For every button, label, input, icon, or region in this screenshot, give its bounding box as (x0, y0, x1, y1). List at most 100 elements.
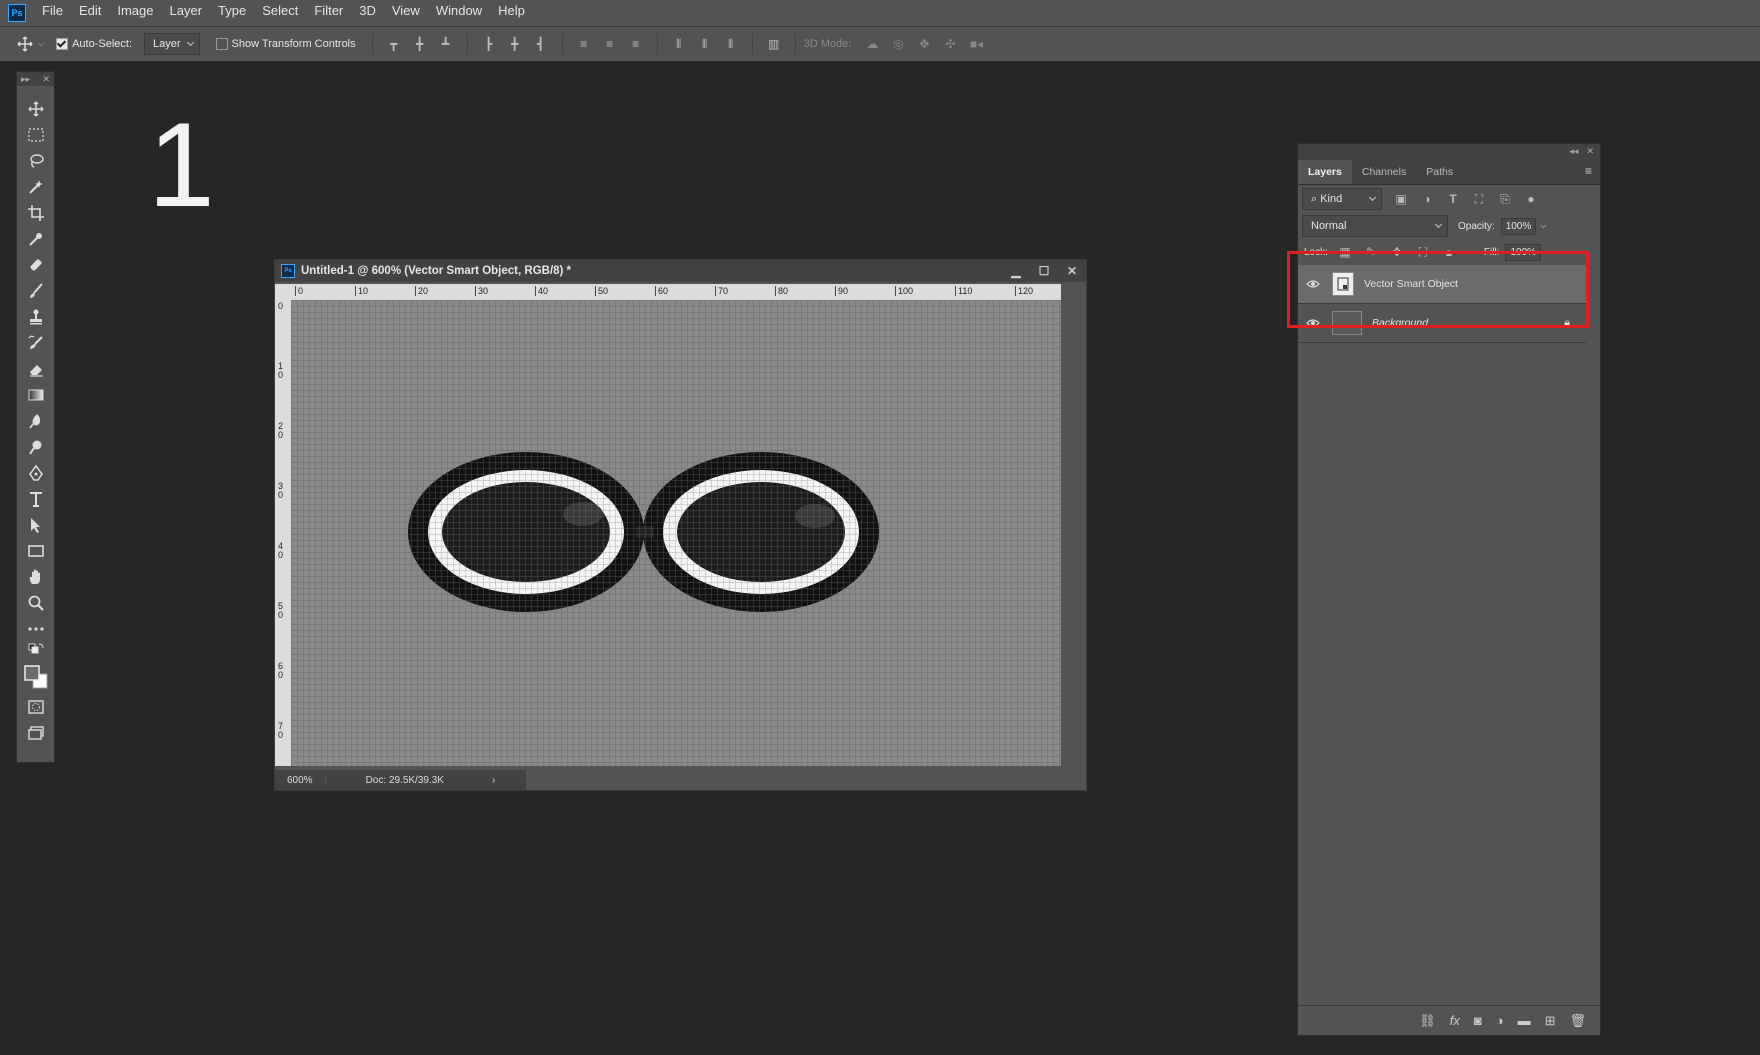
pen-tool-icon[interactable] (17, 460, 54, 486)
vertical-ruler[interactable]: 0 10 20 30 40 50 60 70 (275, 300, 291, 766)
menu-3d[interactable]: 3D (351, 0, 384, 26)
add-mask-icon[interactable]: ◙ (1474, 1013, 1482, 1028)
new-group-icon[interactable]: ▬ (1518, 1013, 1531, 1028)
horizontal-ruler[interactable]: 0 10 20 30 40 50 60 70 80 90 100 110 120 (291, 284, 1061, 300)
marquee-tool-icon[interactable] (17, 122, 54, 148)
close-icon[interactable]: ✕ (1586, 146, 1594, 157)
menu-help[interactable]: Help (490, 0, 533, 26)
3d-slide-icon[interactable]: ✣ (941, 35, 959, 53)
fx-icon[interactable]: fx (1450, 1013, 1460, 1028)
maximize-icon[interactable]: ☐ (1030, 260, 1058, 282)
menu-window[interactable]: Window (428, 0, 490, 26)
align-right-icon[interactable]: ┫ (532, 35, 550, 53)
auto-select-target-dropdown[interactable]: Layer (144, 33, 200, 55)
ruler-origin[interactable] (275, 284, 291, 300)
adjustment-layer-icon[interactable]: ◑ (1496, 1013, 1504, 1028)
opacity-field[interactable]: 100% (1500, 217, 1537, 235)
hand-tool-icon[interactable] (17, 564, 54, 590)
brush-tool-icon[interactable] (17, 278, 54, 304)
eyedropper-tool-icon[interactable] (17, 226, 54, 252)
zoom-level-field[interactable]: 600% (275, 774, 326, 786)
path-selection-tool-icon[interactable] (17, 512, 54, 538)
zoom-tool-icon[interactable] (17, 590, 54, 616)
horizontal-scrollbar[interactable] (526, 770, 1086, 790)
distribute-right-icon[interactable]: ⫴ (722, 35, 740, 53)
filter-smart-object-icon[interactable]: ⎘ (1496, 190, 1514, 208)
collapse-icon[interactable]: ◂◂ (1569, 146, 1578, 157)
chevron-down-icon[interactable]: ⌵ (38, 39, 44, 49)
3d-pan-icon[interactable]: ✥ (915, 35, 933, 53)
vertical-scrollbar[interactable] (1061, 300, 1086, 766)
align-bottom-icon[interactable]: ┻ (437, 35, 455, 53)
tools-panel-header[interactable]: ▸▸ ✕ (17, 72, 54, 86)
filter-adjustment-icon[interactable]: ◑ (1418, 190, 1436, 208)
document-title-bar[interactable]: Ps Untitled-1 @ 600% (Vector Smart Objec… (275, 260, 1086, 282)
layers-panel-header[interactable]: ◂◂ ✕ (1298, 144, 1600, 158)
menu-file[interactable]: File (34, 0, 71, 26)
status-menu-arrow-icon[interactable]: › (492, 775, 495, 786)
image-canvas[interactable] (291, 300, 1061, 766)
distribute-left-icon[interactable]: ⫴ (670, 35, 688, 53)
collapse-icon[interactable]: ▸▸ (21, 74, 30, 85)
eraser-tool-icon[interactable] (17, 356, 54, 382)
menu-filter[interactable]: Filter (306, 0, 351, 26)
3d-orbit-icon[interactable]: ☁ (863, 35, 881, 53)
opacity-chevron-icon[interactable]: ⌵ (1540, 221, 1546, 231)
auto-align-icon[interactable]: ▥ (765, 35, 783, 53)
rectangle-tool-icon[interactable] (17, 538, 54, 564)
magic-wand-tool-icon[interactable] (17, 174, 54, 200)
close-icon[interactable]: ✕ (1058, 260, 1086, 282)
more-tools-icon[interactable] (17, 616, 54, 642)
3d-roll-icon[interactable]: ◎ (889, 35, 907, 53)
healing-brush-tool-icon[interactable] (17, 252, 54, 278)
photoshop-logo-icon[interactable]: Ps (8, 4, 26, 22)
screen-mode-icon[interactable] (17, 720, 54, 746)
align-hcenter-icon[interactable]: ╋ (506, 35, 524, 53)
history-brush-tool-icon[interactable] (17, 330, 54, 356)
tab-channels[interactable]: Channels (1352, 160, 1416, 184)
move-tool-preset-icon[interactable] (16, 35, 34, 53)
lasso-tool-icon[interactable] (17, 148, 54, 174)
tab-layers[interactable]: Layers (1298, 160, 1352, 184)
panel-menu-icon[interactable]: ≡ (1585, 164, 1600, 184)
3d-scale-icon[interactable]: ■◂ (967, 35, 985, 53)
filter-shape-icon[interactable]: ⛶ (1470, 190, 1488, 208)
color-swatches-icon[interactable] (17, 660, 54, 694)
tab-paths[interactable]: Paths (1416, 160, 1463, 184)
distribute-bottom-icon[interactable]: ≡ (627, 35, 645, 53)
link-layers-icon[interactable]: ⛓ (1419, 1013, 1436, 1029)
ruler-v-label: 10 (278, 361, 284, 380)
move-tool-icon[interactable] (17, 96, 54, 122)
auto-select-checkbox[interactable] (56, 38, 69, 50)
blend-mode-dropdown[interactable]: Normal (1302, 215, 1448, 237)
gradient-tool-icon[interactable] (17, 382, 54, 408)
delete-layer-icon[interactable]: 🗑︎ (1569, 1013, 1586, 1029)
align-top-icon[interactable]: ┳ (385, 35, 403, 53)
distribute-hcenter-icon[interactable]: ⫴ (696, 35, 714, 53)
default-colors-icon[interactable] (17, 642, 54, 660)
menu-type[interactable]: Type (210, 0, 254, 26)
type-tool-icon[interactable] (17, 486, 54, 512)
menu-layer[interactable]: Layer (162, 0, 211, 26)
show-transform-checkbox[interactable] (215, 38, 228, 50)
align-left-icon[interactable]: ┣ (480, 35, 498, 53)
blur-tool-icon[interactable] (17, 408, 54, 434)
filter-kind-dropdown[interactable]: ⌕ Kind (1302, 188, 1382, 210)
filter-toggle-icon[interactable]: ● (1522, 190, 1540, 208)
menu-view[interactable]: View (384, 0, 428, 26)
menu-edit[interactable]: Edit (71, 0, 109, 26)
quick-mask-icon[interactable] (17, 694, 54, 720)
menu-image[interactable]: Image (109, 0, 161, 26)
close-icon[interactable]: ✕ (42, 74, 50, 85)
distribute-vcenter-icon[interactable]: ≡ (601, 35, 619, 53)
align-vcenter-icon[interactable]: ╋ (411, 35, 429, 53)
filter-pixel-icon[interactable]: ▣ (1392, 190, 1410, 208)
dodge-tool-icon[interactable] (17, 434, 54, 460)
new-layer-icon[interactable]: ⊞ (1545, 1013, 1556, 1029)
distribute-top-icon[interactable]: ≡ (575, 35, 593, 53)
minimize-icon[interactable]: ▁ (1002, 260, 1030, 282)
crop-tool-icon[interactable] (17, 200, 54, 226)
menu-select[interactable]: Select (254, 0, 306, 26)
clone-stamp-tool-icon[interactable] (17, 304, 54, 330)
filter-type-icon[interactable]: T (1444, 190, 1462, 208)
